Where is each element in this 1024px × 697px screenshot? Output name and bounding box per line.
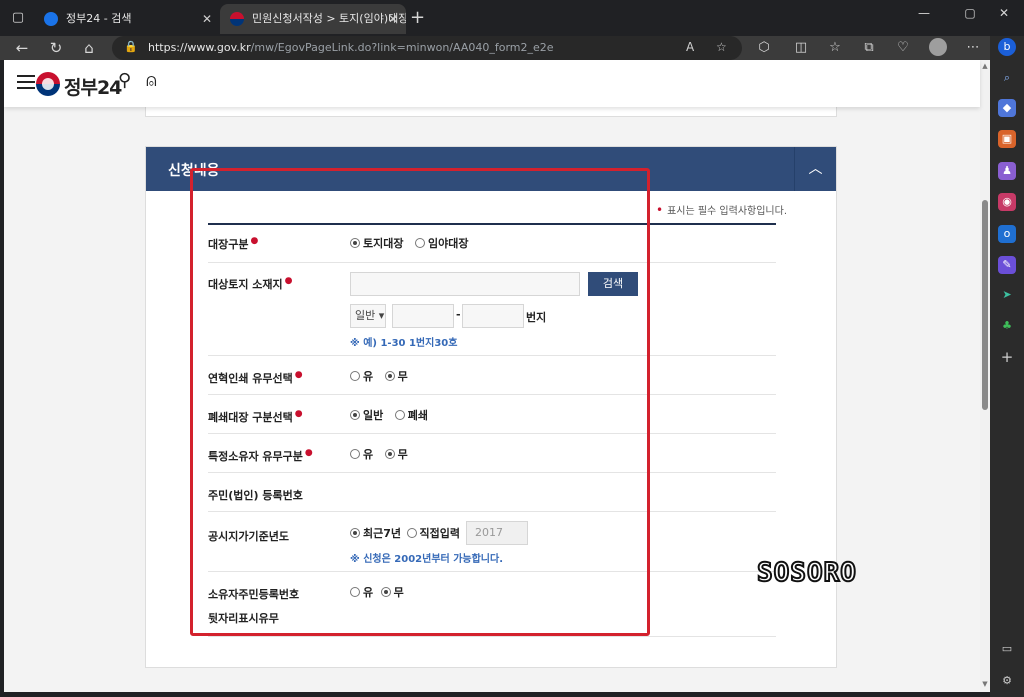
- tools-briefcase-icon[interactable]: ▣: [998, 130, 1016, 148]
- collapse-chevron-icon[interactable]: ︿: [794, 147, 836, 191]
- split-screen-icon[interactable]: ◫: [792, 39, 810, 57]
- drop-icon[interactable]: ✎: [998, 256, 1016, 274]
- previous-section-card: [145, 107, 837, 117]
- favorites-icon[interactable]: ☆: [826, 39, 844, 57]
- new-tab-icon[interactable]: +: [410, 8, 425, 28]
- tree-icon[interactable]: ♣: [998, 317, 1016, 335]
- page-scrollbar[interactable]: ▲ ▼: [980, 60, 990, 692]
- search-favicon-icon: [44, 12, 58, 26]
- shopping-tag-icon[interactable]: ◆: [998, 99, 1016, 117]
- required-note-text: 표시는 필수 입력사항입니다.: [667, 206, 788, 217]
- site-logo-text[interactable]: 정부24: [64, 73, 122, 100]
- required-note: • 표시는 필수 입력사항입니다.: [656, 202, 787, 217]
- outlook-icon[interactable]: o: [998, 225, 1016, 243]
- copilot-icon[interactable]: b: [998, 38, 1016, 56]
- tab-title: 민원신청서작성 > 토지(임야)대장: [252, 12, 406, 25]
- lock-icon: 🔒: [124, 40, 138, 53]
- extensions-icon[interactable]: ⬡: [755, 39, 773, 57]
- required-dot-icon: •: [656, 203, 664, 217]
- collections-icon[interactable]: ⧉: [860, 39, 878, 57]
- close-tab-icon[interactable]: ✕: [388, 4, 398, 34]
- tab-search[interactable]: 정부24 - 검색 ✕: [34, 4, 220, 34]
- user-icon[interactable]: ⍝: [146, 70, 157, 91]
- browser-tab-strip: ▢ 정부24 - 검색 ✕ 민원신청서작성 > 토지(임야)대장 ✕ + — ▢…: [0, 0, 1024, 36]
- favorite-star-icon[interactable]: ☆: [716, 40, 727, 54]
- edge-sidebar: b ⌕ ◆ ▣ ♟ ◉ o ✎ ➤ ♣ + ▭ ⚙: [990, 36, 1024, 697]
- microsoft365-icon[interactable]: ◉: [998, 193, 1016, 211]
- add-sidebar-app-icon[interactable]: +: [998, 348, 1016, 366]
- tab-actions-icon[interactable]: ▢: [10, 10, 26, 26]
- gov24-favicon-icon: [230, 12, 244, 26]
- url-path: /mw/EgovPageLink.do?link=minwon/AA040_fo…: [250, 41, 554, 54]
- browser-essentials-icon[interactable]: ♡: [894, 39, 912, 57]
- close-tab-icon[interactable]: ✕: [202, 4, 212, 34]
- home-icon[interactable]: ⌂: [79, 38, 99, 58]
- back-arrow-icon[interactable]: ←: [12, 38, 32, 58]
- watermark-text: SOSORO: [756, 557, 857, 589]
- scroll-up-arrow-icon[interactable]: ▲: [981, 62, 989, 70]
- window-close-icon[interactable]: ✕: [994, 6, 1014, 20]
- games-icon[interactable]: ♟: [998, 162, 1016, 180]
- tab-application-form[interactable]: 민원신청서작성 > 토지(임야)대장 ✕: [220, 4, 406, 34]
- maximize-icon[interactable]: ▢: [960, 6, 980, 20]
- refresh-icon[interactable]: ↻: [46, 38, 66, 58]
- send-icon[interactable]: ➤: [998, 286, 1016, 304]
- more-options-icon[interactable]: ⋯: [964, 39, 982, 57]
- address-bar[interactable]: 🔒 https://www.gov.kr/mw/EgovPageLink.do?…: [112, 36, 742, 60]
- minimize-icon[interactable]: —: [914, 6, 934, 20]
- settings-gear-icon[interactable]: ⚙: [998, 672, 1016, 690]
- search-icon[interactable]: ⚲: [118, 70, 131, 91]
- scroll-down-arrow-icon[interactable]: ▼: [981, 680, 989, 688]
- sidebar-search-icon[interactable]: ⌕: [998, 69, 1016, 87]
- url-host: https://www.gov.kr: [148, 41, 251, 54]
- sidebar-layout-icon[interactable]: ▭: [998, 640, 1016, 658]
- tab-title: 정부24 - 검색: [66, 12, 132, 25]
- read-aloud-icon[interactable]: A: [686, 40, 694, 54]
- highlight-annotation-box: [190, 168, 650, 636]
- menu-hamburger-icon[interactable]: [17, 75, 35, 89]
- profile-avatar[interactable]: [929, 38, 947, 56]
- site-header: 정부24 ⚲ ⍝: [4, 60, 980, 107]
- browser-toolbar: ← ↻ ⌂ 🔒 https://www.gov.kr/mw/EgovPageLi…: [0, 36, 1024, 60]
- taegeuk-logo-icon[interactable]: [36, 72, 60, 96]
- scroll-thumb[interactable]: [982, 200, 988, 410]
